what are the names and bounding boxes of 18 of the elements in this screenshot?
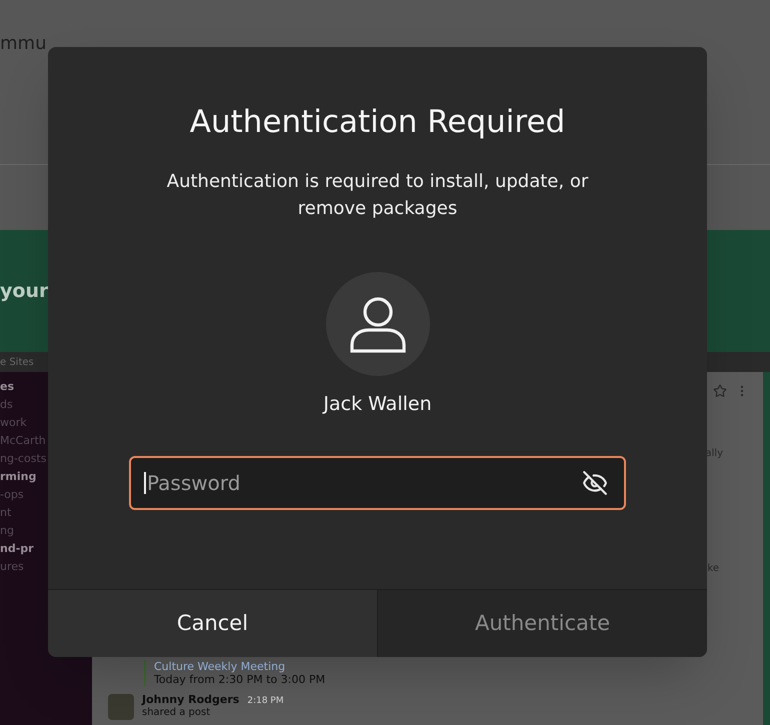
page-heading: mmu [0, 33, 46, 54]
dialog-message: Authentication is required to install, update, or remove packages [166, 170, 590, 220]
user-name: Jack Wallen [323, 392, 432, 416]
dialog-title: Authentication Required [190, 103, 566, 142]
user-icon [348, 294, 406, 352]
dialog-button[interactable]: Cancel [48, 590, 377, 657]
event-title[interactable]: Culture Weekly Meeting [154, 660, 763, 673]
message-author: Johnny Rodgers [142, 694, 240, 706]
banner-text: your [0, 278, 48, 304]
password-field[interactable]: Password [129, 456, 626, 510]
event-time: Today from 2:30 PM to 3:00 PM [154, 673, 326, 686]
avatar-placeholder [108, 694, 134, 720]
hidden-eye-icon[interactable] [582, 470, 608, 496]
message-text: shared a post [142, 707, 212, 718]
star-icon[interactable] [713, 384, 727, 398]
text-cursor [144, 472, 146, 494]
message-time: 2:18 PM [247, 695, 284, 707]
tab-label: e Sites [0, 356, 34, 370]
